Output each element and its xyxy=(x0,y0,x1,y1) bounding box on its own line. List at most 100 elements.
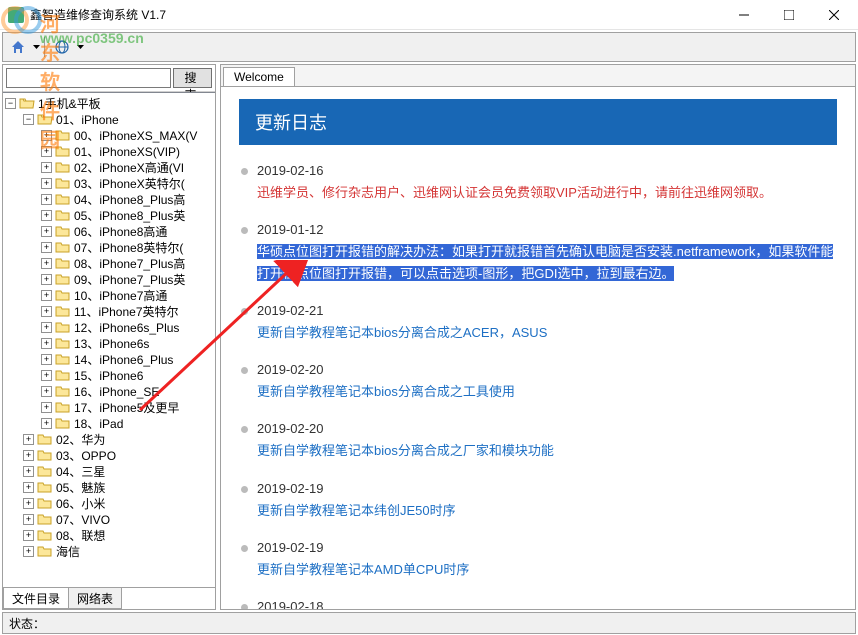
tree-label: 海信 xyxy=(56,543,80,560)
tree-label: 05、魅族 xyxy=(56,479,105,496)
tree-expander[interactable]: + xyxy=(23,530,34,541)
tree-expander[interactable]: + xyxy=(41,274,52,285)
tree-expander[interactable]: + xyxy=(23,482,34,493)
tree-expander[interactable]: + xyxy=(23,514,34,525)
tree-label: 00、iPhoneXS_MAX(V xyxy=(74,127,197,144)
close-button[interactable] xyxy=(811,0,856,29)
tree-expander[interactable]: + xyxy=(41,146,52,157)
tree-label: 03、OPPO xyxy=(56,447,116,464)
tree-item[interactable]: +11、iPhone7英特尔 xyxy=(5,303,213,319)
tree-item[interactable]: +04、三星 xyxy=(5,463,213,479)
tree-item[interactable]: +08、联想 xyxy=(5,527,213,543)
tree-item[interactable]: +17、iPhone5及更早 xyxy=(5,399,213,415)
tree-item[interactable]: +12、iPhone6s_Plus xyxy=(5,319,213,335)
tree-item[interactable]: +03、iPhoneX英特尔( xyxy=(5,175,213,191)
tree-label: 1手机&平板 xyxy=(38,95,101,112)
tree-expander[interactable]: + xyxy=(41,402,52,413)
tree-item[interactable]: +15、iPhone6 xyxy=(5,367,213,383)
tree-item[interactable]: +04、iPhone8_Plus高 xyxy=(5,191,213,207)
tree-label: 08、联想 xyxy=(56,527,105,544)
tree-item[interactable]: +02、iPhoneX高通(VI xyxy=(5,159,213,175)
toolbar xyxy=(2,32,856,62)
tree-expander[interactable]: + xyxy=(41,370,52,381)
tree-item[interactable]: +02、华为 xyxy=(5,431,213,447)
chevron-down-icon[interactable] xyxy=(77,45,84,49)
tree-item[interactable]: +06、iPhone8高通 xyxy=(5,223,213,239)
search-button[interactable]: 搜 索 xyxy=(173,68,212,88)
tree-item[interactable]: +05、iPhone8_Plus英 xyxy=(5,207,213,223)
log-text[interactable]: 更新自学教程笔记本纬创JE50时序 xyxy=(257,500,837,522)
tree-expander[interactable]: + xyxy=(41,242,52,253)
tree-item[interactable]: +10、iPhone7高通 xyxy=(5,287,213,303)
tree-item[interactable]: +08、iPhone7_Plus高 xyxy=(5,255,213,271)
tree-label: 18、iPad xyxy=(74,415,123,432)
tree-item[interactable]: +16、iPhone_SE xyxy=(5,383,213,399)
tree-item[interactable]: +14、iPhone6_Plus xyxy=(5,351,213,367)
tree-label: 04、三星 xyxy=(56,463,105,480)
tree-item[interactable]: +09、iPhone7_Plus英 xyxy=(5,271,213,287)
tree-item[interactable]: +01、iPhoneXS(VIP) xyxy=(5,143,213,159)
tree-label: 11、iPhone7英特尔 xyxy=(74,303,179,320)
tree-expander[interactable]: + xyxy=(41,194,52,205)
tree-expander[interactable]: + xyxy=(41,178,52,189)
log-text[interactable]: 更新自学教程笔记本bios分离合成之工具使用 xyxy=(257,381,837,403)
toolbar-home-button[interactable] xyxy=(5,35,31,59)
tree-expander[interactable]: + xyxy=(41,130,52,141)
statusbar: 状态： xyxy=(2,612,856,634)
log-text: 迅维学员、修行杂志用户、迅维网认证会员免费领取VIP活动进行中，请前往迅维网领取… xyxy=(257,182,837,204)
tree-expander[interactable]: + xyxy=(23,434,34,445)
tree-expander[interactable]: + xyxy=(41,418,52,429)
tree-expander[interactable]: + xyxy=(41,338,52,349)
tree-expander[interactable]: + xyxy=(41,322,52,333)
log-text[interactable]: 更新自学教程笔记本bios分离合成之厂家和模块功能 xyxy=(257,440,837,462)
tree-label: 17、iPhone5及更早 xyxy=(74,399,179,416)
tree-view[interactable]: −1手机&平板−01、iPhone+00、iPhoneXS_MAX(V+01、i… xyxy=(3,92,215,587)
tree-label: 01、iPhoneXS(VIP) xyxy=(74,143,180,160)
tree-item[interactable]: − 1手机&平板 xyxy=(5,95,213,111)
tree-item[interactable]: +13、iPhone6s xyxy=(5,335,213,351)
toolbar-globe-button[interactable] xyxy=(49,35,75,59)
log-entry: 2019-02-19更新自学教程笔记本纬创JE50时序 xyxy=(239,481,837,522)
tree-expander[interactable]: + xyxy=(41,258,52,269)
tree-expander[interactable]: + xyxy=(41,162,52,173)
tree-label: 15、iPhone6 xyxy=(74,367,143,384)
tree-expander[interactable]: + xyxy=(41,386,52,397)
tree-expander[interactable]: − xyxy=(23,114,34,125)
tree-item[interactable]: +03、OPPO xyxy=(5,447,213,463)
tree-expander[interactable]: + xyxy=(23,546,34,557)
tree-item[interactable]: +05、魅族 xyxy=(5,479,213,495)
tree-item[interactable]: +07、VIVO xyxy=(5,511,213,527)
tree-expander[interactable]: + xyxy=(41,306,52,317)
log-date: 2019-02-20 xyxy=(257,421,837,436)
tree-expander[interactable]: + xyxy=(23,498,34,509)
tree-item[interactable]: + 海信 xyxy=(5,543,213,559)
log-text[interactable]: 更新自学教程笔记本bios分离合成之ACER，ASUS xyxy=(257,322,837,344)
log-date: 2019-02-19 xyxy=(257,540,837,555)
tree-item[interactable]: +00、iPhoneXS_MAX(V xyxy=(5,127,213,143)
tree-expander[interactable]: + xyxy=(23,466,34,477)
tab-welcome[interactable]: Welcome xyxy=(223,67,295,86)
tree-item[interactable]: −01、iPhone xyxy=(5,111,213,127)
tree-expander[interactable]: + xyxy=(41,210,52,221)
content-area[interactable]: 更新日志 2019-02-16迅维学员、修行杂志用户、迅维网认证会员免费领取VI… xyxy=(221,87,855,609)
tree-item[interactable]: +06、小米 xyxy=(5,495,213,511)
tree-label: 13、iPhone6s xyxy=(74,335,149,352)
log-text: 华硕点位图打开报错的解决办法：如果打开就报错首先确认电脑是否安装.netfram… xyxy=(257,244,833,281)
chevron-down-icon[interactable] xyxy=(33,45,40,49)
tree-expander[interactable]: + xyxy=(41,290,52,301)
tree-expander[interactable]: + xyxy=(41,354,52,365)
tab-net-table[interactable]: 网络表 xyxy=(68,588,122,609)
tree-expander[interactable]: + xyxy=(23,450,34,461)
tree-label: 14、iPhone6_Plus xyxy=(74,351,173,368)
tree-label: 02、华为 xyxy=(56,431,105,448)
tree-expander[interactable]: − xyxy=(5,98,16,109)
tree-item[interactable]: +07、iPhone8英特尔( xyxy=(5,239,213,255)
tree-item[interactable]: +18、iPad xyxy=(5,415,213,431)
tree-expander[interactable]: + xyxy=(41,226,52,237)
titlebar: 鑫智造维修查询系统 V1.7 xyxy=(0,0,858,30)
log-text[interactable]: 更新自学教程笔记本AMD单CPU时序 xyxy=(257,559,837,581)
search-input[interactable] xyxy=(6,68,171,88)
maximize-button[interactable] xyxy=(766,0,811,29)
tab-file-directory[interactable]: 文件目录 xyxy=(3,588,69,609)
minimize-button[interactable] xyxy=(721,0,766,29)
